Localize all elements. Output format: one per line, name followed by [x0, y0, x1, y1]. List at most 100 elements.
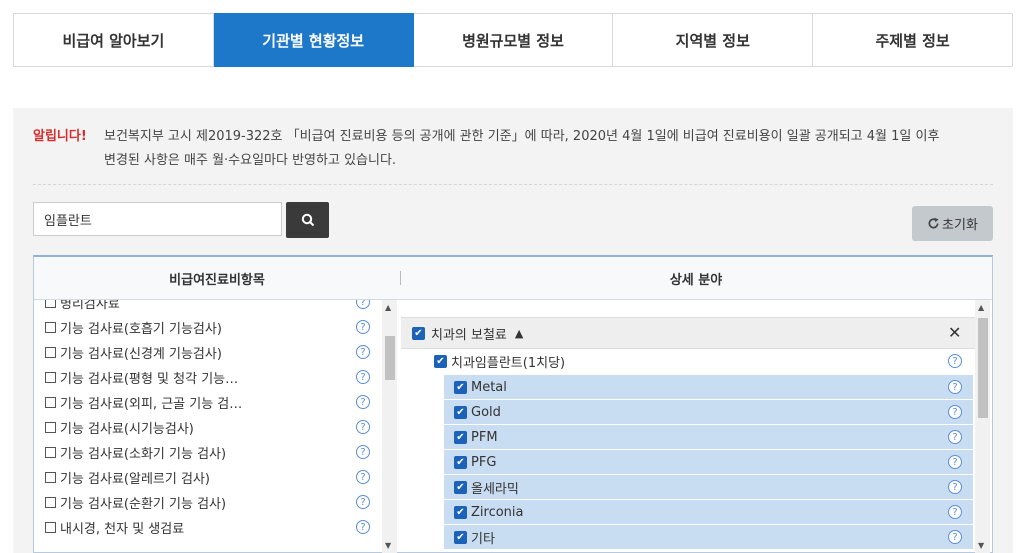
- checkbox[interactable]: ✔: [454, 430, 467, 444]
- detail-item[interactable]: ✔ 올세라믹?: [444, 475, 973, 499]
- help-icon[interactable]: ?: [948, 380, 962, 394]
- list-item[interactable]: 기능 검사료(순환기 기능 검사)?: [34, 490, 382, 515]
- list-item-label: 기능 검사료(소화기 기능 검사): [60, 447, 227, 462]
- tab-hospital-size[interactable]: 병원규모별 정보: [413, 13, 614, 67]
- search-button[interactable]: [286, 202, 329, 238]
- help-icon[interactable]: ?: [356, 345, 370, 359]
- list-item[interactable]: 병리검사료?: [34, 300, 382, 315]
- item-table: 비급여진료비항목 상세 분야 병리검사료? 기능 검사료(호흡기 기능검사)? …: [33, 255, 993, 553]
- tab-region[interactable]: 지역별 정보: [613, 13, 814, 67]
- checkbox[interactable]: [45, 522, 56, 533]
- chevron-up-icon[interactable]: ▲: [515, 327, 523, 340]
- help-icon[interactable]: ?: [356, 300, 370, 309]
- detail-item-label: Gold: [471, 404, 501, 420]
- checkbox[interactable]: [45, 347, 56, 358]
- list-item[interactable]: 기능 검사료(호흡기 기능검사)?: [34, 315, 382, 340]
- checkbox[interactable]: ✔: [454, 405, 467, 419]
- scroll-down-arrow-icon[interactable]: ▼: [978, 541, 984, 550]
- search-input[interactable]: 임플란트: [33, 202, 282, 236]
- help-icon[interactable]: ?: [948, 480, 962, 494]
- detail-item[interactable]: ✔ 기타?: [444, 525, 973, 549]
- checkbox[interactable]: ✔: [454, 505, 467, 519]
- list-item-label: 기능 검사료(평형 및 청각 기능…: [60, 372, 239, 387]
- detail-item-label: PFM: [471, 429, 498, 445]
- list-item[interactable]: 기능 검사료(신경계 기능검사)?: [34, 340, 382, 365]
- help-icon[interactable]: ?: [948, 430, 962, 444]
- left-scrollbar[interactable]: ▲ ▼: [382, 300, 397, 553]
- detail-item[interactable]: ✔ Zirconia?: [444, 500, 973, 524]
- checkbox[interactable]: [45, 300, 56, 308]
- close-icon[interactable]: ✕: [948, 323, 961, 342]
- list-item[interactable]: 기능 검사료(소화기 기능 검사)?: [34, 440, 382, 465]
- divider: [33, 184, 993, 185]
- detail-item-label: PFG: [471, 454, 497, 470]
- checkbox[interactable]: [45, 372, 56, 383]
- checkbox[interactable]: ✔: [454, 455, 467, 469]
- list-item[interactable]: 기능 검사료(외피, 근골 기능 검…?: [34, 390, 382, 415]
- reset-button[interactable]: 초기화: [912, 206, 993, 241]
- detail-item[interactable]: ✔ Metal?: [444, 375, 973, 399]
- list-item[interactable]: 기능 검사료(알레르기 검사)?: [34, 465, 382, 490]
- list-item[interactable]: 기능 검사료(평형 및 청각 기능…?: [34, 365, 382, 390]
- tab-noncovered-overview[interactable]: 비급여 알아보기: [13, 13, 214, 67]
- header-item-list: 비급여진료비항목: [169, 272, 265, 288]
- help-icon[interactable]: ?: [356, 495, 370, 509]
- tab-institution-status[interactable]: 기관별 현황정보: [213, 13, 414, 67]
- detail-item-label: Zirconia: [471, 504, 524, 520]
- list-item-label: 병리검사료: [60, 300, 120, 312]
- scroll-thumb[interactable]: [385, 336, 395, 380]
- detail-item[interactable]: ✔ PFG?: [444, 450, 973, 474]
- list-item-label: 기능 검사료(알레르기 검사): [60, 472, 210, 487]
- checkbox[interactable]: ✔: [454, 530, 467, 544]
- help-icon[interactable]: ?: [356, 320, 370, 334]
- content-panel: 알립니다! 보건복지부 고시 제2019-322호 「비급여 진료비용 등의 공…: [13, 108, 1013, 553]
- checkbox[interactable]: [45, 447, 56, 458]
- group-label: 치과의 보철료: [431, 327, 507, 343]
- help-icon[interactable]: ?: [948, 505, 962, 519]
- search-icon: [301, 213, 314, 227]
- header-detail: 상세 분야: [669, 272, 723, 288]
- help-icon[interactable]: ?: [948, 354, 962, 368]
- tab-bar: 비급여 알아보기 기관별 현황정보 병원규모별 정보 지역별 정보 주제별 정보: [13, 13, 1013, 67]
- list-item-label: 기능 검사료(외피, 근골 기능 검…: [60, 397, 243, 412]
- tab-topic[interactable]: 주제별 정보: [813, 13, 1013, 67]
- checkbox[interactable]: ✔: [454, 380, 467, 394]
- list-item-label: 내시경, 천자 및 생검료: [60, 522, 185, 537]
- group-row[interactable]: ✔ 치과의 보철료 ▲ ✕: [401, 317, 975, 349]
- checkbox[interactable]: [45, 472, 56, 483]
- help-icon[interactable]: ?: [356, 395, 370, 409]
- scroll-thumb[interactable]: [978, 318, 988, 418]
- help-icon[interactable]: ?: [948, 405, 962, 419]
- help-icon[interactable]: ?: [948, 455, 962, 469]
- subgroup-checkbox[interactable]: ✔: [434, 354, 447, 368]
- checkbox[interactable]: [45, 497, 56, 508]
- help-icon[interactable]: ?: [356, 445, 370, 459]
- help-icon[interactable]: ?: [356, 470, 370, 484]
- list-item-label: 기능 검사료(시기능검사): [60, 422, 194, 437]
- list-item[interactable]: 기능 검사료(시기능검사)?: [34, 415, 382, 440]
- checkbox[interactable]: [45, 397, 56, 408]
- help-icon[interactable]: ?: [948, 530, 962, 544]
- checkbox[interactable]: [45, 322, 56, 333]
- detail-item[interactable]: ✔ PFM?: [444, 425, 973, 449]
- reset-label: 초기화: [942, 218, 978, 233]
- checkbox[interactable]: [45, 422, 56, 433]
- help-icon[interactable]: ?: [356, 370, 370, 384]
- checkbox[interactable]: ✔: [454, 480, 467, 494]
- list-item-label: 기능 검사료(신경계 기능검사): [60, 347, 222, 362]
- detail-item[interactable]: ✔ Gold?: [444, 400, 973, 424]
- detail-panel: ✔ 치과의 보철료 ▲ ✕ ✔ 치과임플란트(1치당) ? ✔ Metal? ✔ G…: [401, 300, 975, 553]
- list-item-label: 기능 검사료(순환기 기능 검사): [60, 497, 227, 512]
- subgroup-row[interactable]: ✔ 치과임플란트(1치당) ?: [431, 349, 971, 373]
- notice-label: 알립니다!: [33, 129, 87, 144]
- help-icon[interactable]: ?: [356, 520, 370, 534]
- scroll-up-arrow-icon[interactable]: ▲: [978, 303, 984, 312]
- right-scrollbar[interactable]: ▲ ▼: [975, 300, 990, 553]
- group-checkbox[interactable]: ✔: [412, 326, 425, 340]
- scroll-up-arrow-icon[interactable]: ▲: [385, 303, 391, 312]
- item-list: 병리검사료? 기능 검사료(호흡기 기능검사)? 기능 검사료(신경계 기능검사…: [34, 300, 382, 553]
- notice: 알립니다! 보건복지부 고시 제2019-322호 「비급여 진료비용 등의 공…: [33, 125, 993, 173]
- list-item[interactable]: 내시경, 천자 및 생검료?: [34, 515, 382, 540]
- help-icon[interactable]: ?: [356, 420, 370, 434]
- scroll-down-arrow-icon[interactable]: ▼: [385, 541, 391, 550]
